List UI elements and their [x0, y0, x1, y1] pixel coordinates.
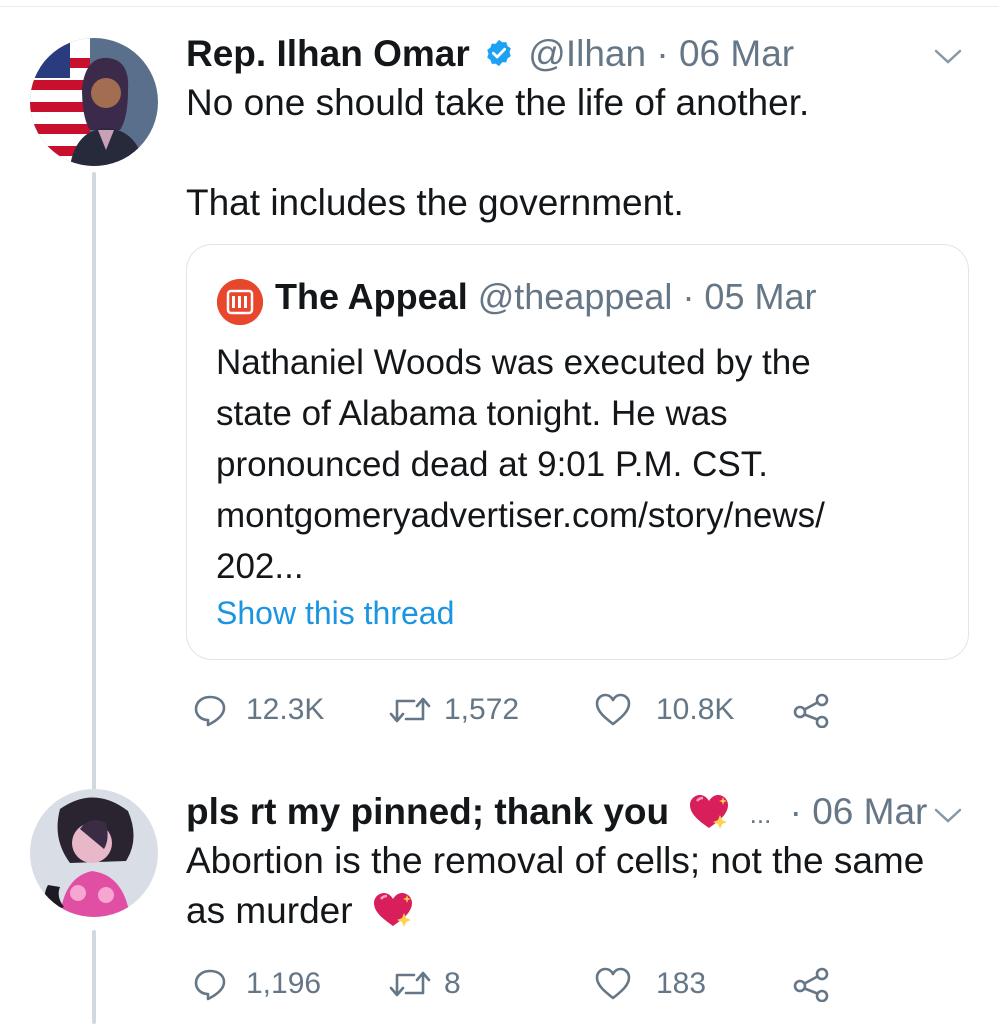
top-divider [0, 6, 999, 7]
avatar[interactable] [30, 789, 158, 917]
quoted-text-line: state of Alabama tonight. He was [216, 394, 728, 433]
reply-icon [194, 969, 226, 1001]
tweet-text-line: as murder [186, 886, 415, 936]
avatar[interactable] [30, 38, 158, 166]
share-button[interactable] [792, 966, 832, 1002]
profile-illustration [30, 789, 158, 917]
reply-count: 1,196 [246, 967, 322, 1000]
share-icon [793, 693, 829, 728]
reply-icon [194, 695, 226, 727]
tweet-date[interactable]: · 06 Mar [656, 33, 794, 74]
reply-button[interactable]: 12.3K [192, 692, 324, 728]
tweet-text-line: Abortion is the removal of cells; not th… [186, 840, 925, 881]
quoted-author-handle[interactable]: @theappeal [478, 276, 673, 317]
thread-connector [92, 172, 96, 790]
quoted-tweet-card[interactable]: The Appeal @theappeal · 05 Mar Nathaniel… [186, 244, 969, 660]
profile-photo [30, 38, 158, 166]
share-icon [793, 967, 829, 1002]
like-button[interactable]: 10.8K [594, 692, 734, 728]
reply-count: 12.3K [246, 693, 325, 726]
tweet-text-line: No one should take the life of another. [186, 82, 810, 123]
tweet-header: Rep. Ilhan Omar @Ilhan · 06 Mar [186, 32, 794, 76]
share-button[interactable] [792, 692, 832, 728]
like-count: 183 [656, 967, 707, 1000]
tweet-text-line: That includes the government. [186, 182, 684, 223]
author-name[interactable]: Rep. Ilhan Omar [186, 33, 470, 74]
quoted-link-text[interactable]: montgomeryadvertiser.com/story/news/ [216, 490, 956, 541]
show-thread-link[interactable]: Show this thread [216, 593, 454, 633]
heart-icon [595, 693, 631, 726]
author-handle[interactable]: @Ilhan [528, 33, 646, 74]
retweet-count: 8 [444, 967, 461, 1000]
quoted-tweet-text: Nathaniel Woods was executed by the stat… [216, 337, 956, 592]
verified-badge-icon [487, 40, 511, 67]
like-button[interactable]: 183 [594, 966, 706, 1002]
quoted-link-text[interactable]: 202... [216, 541, 956, 592]
like-count: 10.8K [656, 693, 735, 726]
quoted-text-line: pronounced dead at 9:01 P.M. CST. [216, 445, 768, 484]
chevron-down-icon[interactable] [933, 807, 963, 825]
chevron-down-icon[interactable] [933, 48, 963, 66]
quoted-text-line: Nathaniel Woods was executed by the [216, 343, 811, 382]
heart-icon [595, 967, 631, 1000]
retweet-icon [389, 971, 431, 997]
author-name[interactable]: pls rt my pinned; thank you [186, 791, 669, 832]
tweet-text-fragment: as murder [186, 890, 353, 931]
quoted-tweet-date[interactable]: · 05 Mar [682, 276, 816, 317]
retweet-count: 1,572 [444, 693, 520, 726]
appeal-logo-icon [217, 279, 263, 325]
thread-connector [92, 930, 96, 1024]
reply-button[interactable]: 1,196 [192, 966, 321, 1002]
quoted-tweet-header: The Appeal @theappeal · 05 Mar [275, 275, 816, 319]
retweet-button[interactable]: 1,572 [388, 692, 519, 728]
retweet-icon [389, 697, 431, 723]
handle-truncated[interactable]: ... [750, 799, 772, 829]
tweet-header: pls rt my pinned; thank you ... · 06 Mar [186, 790, 927, 836]
tweet-date[interactable]: · 06 Mar [790, 791, 928, 832]
retweet-button[interactable]: 8 [388, 966, 461, 1002]
sparkling-heart-icon [373, 893, 412, 928]
sparkling-heart-icon [690, 795, 729, 830]
quoted-author-name[interactable]: The Appeal [275, 276, 468, 317]
